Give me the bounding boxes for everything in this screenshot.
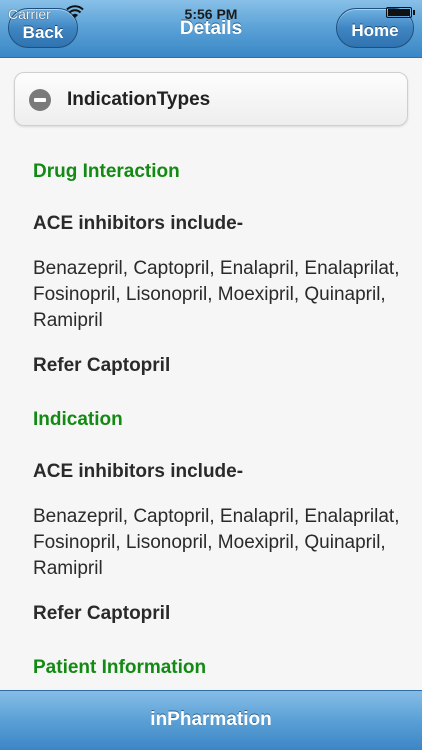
indication-types-collapsible[interactable]: IndicationTypes xyxy=(14,72,408,126)
section-indication: Indication ACE inhibitors include- Benaz… xyxy=(33,408,403,626)
section-subhead: ACE inhibitors include- xyxy=(33,213,244,234)
section-drug-interaction: Drug Interaction ACE inhibitors include-… xyxy=(33,160,403,378)
minus-circle-icon xyxy=(29,89,51,111)
bottom-bar: inPharmation xyxy=(0,690,422,750)
top-navbar: Back Details Home Carrier 5:56 PM xyxy=(0,0,422,58)
section-subhead: ACE inhibitors include- xyxy=(33,461,244,482)
details-content: Drug Interaction ACE inhibitors include-… xyxy=(33,160,403,708)
section-title: Patient Information xyxy=(33,657,207,678)
app-name: inPharmation xyxy=(150,709,272,730)
section-body: Benazepril, Captopril, Enalapril, Enalap… xyxy=(33,258,400,331)
section-title: Drug Interaction xyxy=(33,161,180,182)
section-patient-information: Patient Information xyxy=(33,656,403,680)
status-bar: Carrier 5:56 PM xyxy=(0,4,422,22)
section-title: Indication xyxy=(33,409,123,430)
clock: 5:56 PM xyxy=(184,6,238,22)
section-body: Benazepril, Captopril, Enalapril, Enalap… xyxy=(33,506,400,579)
section-refer: Refer Captopril xyxy=(33,603,171,624)
screen: Drug Interaction ACE inhibitors include-… xyxy=(0,0,422,750)
collapsible-label: IndicationTypes xyxy=(67,89,211,110)
section-refer: Refer Captopril xyxy=(33,355,171,376)
battery-icon xyxy=(386,7,415,18)
